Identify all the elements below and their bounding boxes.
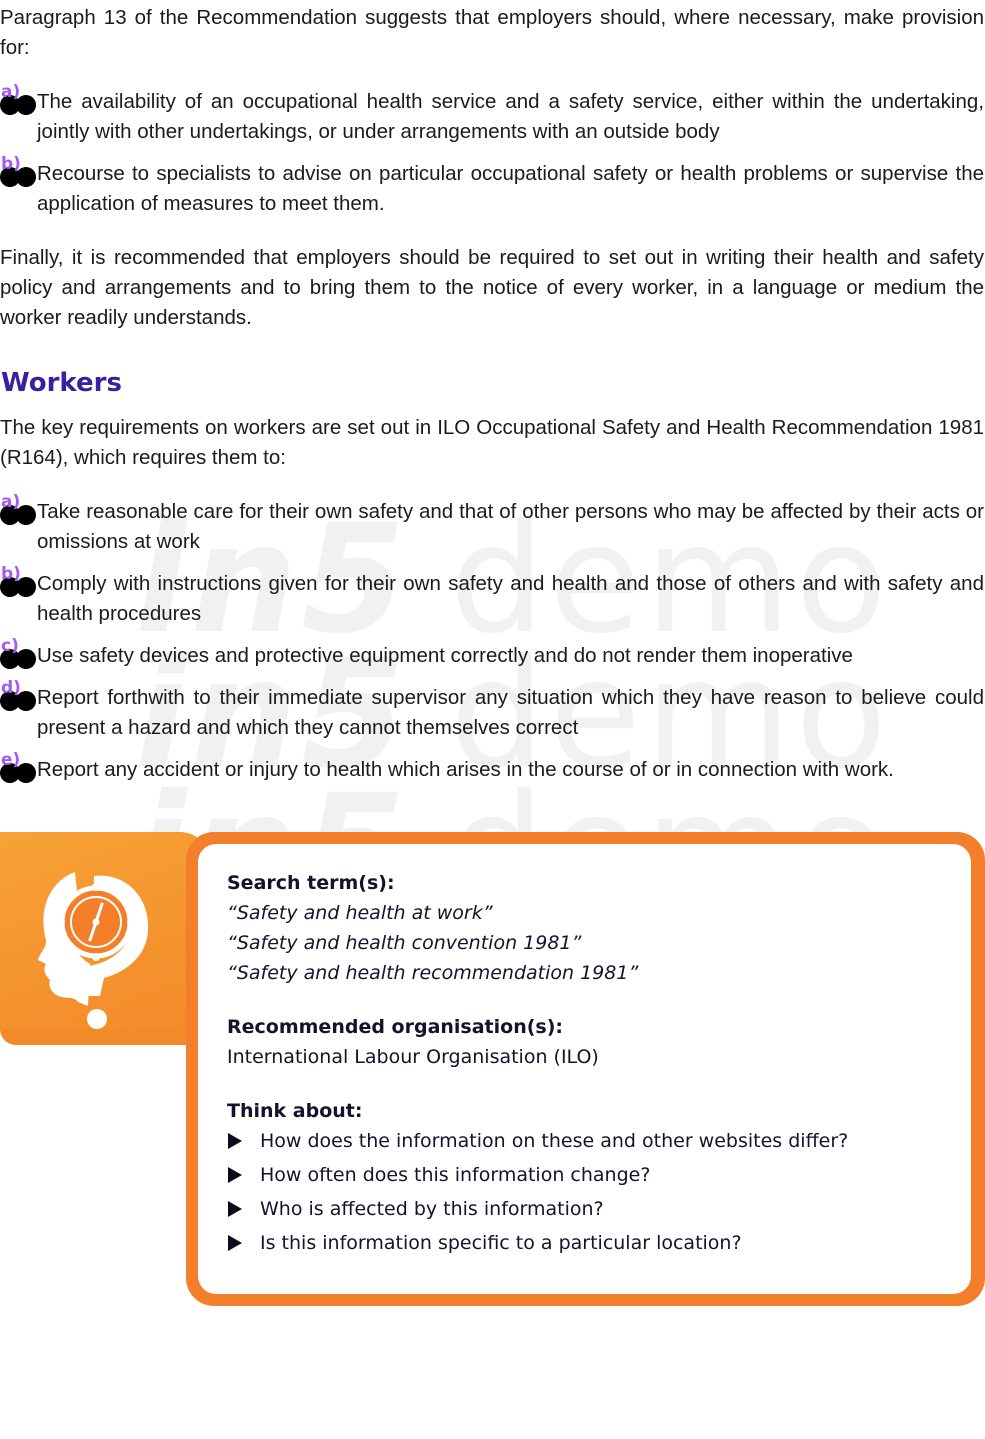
finally-paragraph: Finally, it is recommended that employer… [0,246,984,329]
list-marker: c) [0,636,38,671]
marker-label: c) [1,636,19,656]
marker-label: a) [1,82,21,102]
search-terms-label: Search term(s): [227,872,395,894]
list-item-text: The availability of an occupational heal… [37,90,984,143]
intro-paragraph: Paragraph 13 of the Recommendation sugge… [0,6,984,59]
list-marker: a) [0,82,38,117]
search-term: “Safety and health at work” [227,902,493,924]
list-item: a) The availability of an occupational h… [0,82,984,147]
list-item-text: Recourse to specialists to advise on par… [37,162,984,215]
list-item: b) Recourse to specialists to advise on … [0,154,984,219]
workers-intro-paragraph: The key requirements on workers are set … [0,416,984,469]
organisation-label: Recommended organisation(s): [227,1016,564,1038]
list-marker: b) [0,154,38,189]
marker-label: d) [1,678,21,698]
triangle-bullet-icon [228,1133,242,1149]
list-item-text: Report any accident or injury to health … [37,758,894,781]
list-item: e) Report any accident or injury to heal… [0,750,984,785]
marker-label: b) [1,564,21,584]
think-about-label: Think about: [227,1100,363,1122]
list-marker: e) [0,750,38,785]
list-item-text: Comply with instructions given for their… [37,572,984,625]
triangle-bullet-icon [228,1235,242,1251]
marker-label: e) [1,750,21,770]
search-term: “Safety and health recommendation 1981” [227,962,639,984]
marker-label: a) [1,492,21,512]
marker-label: b) [1,154,21,174]
list-marker: a) [0,492,38,527]
think-about-item: Who is affected by this information? [227,1194,957,1228]
list-item: a) Take reasonable care for their own sa… [0,492,984,557]
research-tip-box: Search term(s): “Safety and health at wo… [0,832,985,1306]
list-item: c) Use safety devices and protective equ… [0,636,984,671]
list-item: b) Comply with instructions given for th… [0,564,984,629]
search-term: “Safety and health convention 1981” [227,932,582,954]
triangle-bullet-icon [228,1167,242,1183]
think-about-item: How often does this information change? [227,1160,957,1194]
list-item-text: Take reasonable care for their own safet… [37,500,984,553]
list-item-text: Report forthwith to their immediate supe… [37,686,984,739]
list-item: d) Report forthwith to their immediate s… [0,678,984,743]
organisation-value: International Labour Organisation (ILO) [227,1046,599,1068]
list-marker: b) [0,564,38,599]
list-item-text: Use safety devices and protective equipm… [37,644,853,667]
section-heading: Workers [1,368,122,398]
triangle-bullet-icon [228,1201,242,1217]
list-marker: d) [0,678,38,713]
think-about-item: Is this information specific to a partic… [227,1228,957,1262]
think-about-item: How does the information on these and ot… [227,1126,957,1160]
head-clock-question-icon [38,872,149,1029]
box-content: Search term(s): “Safety and health at wo… [227,868,957,1262]
